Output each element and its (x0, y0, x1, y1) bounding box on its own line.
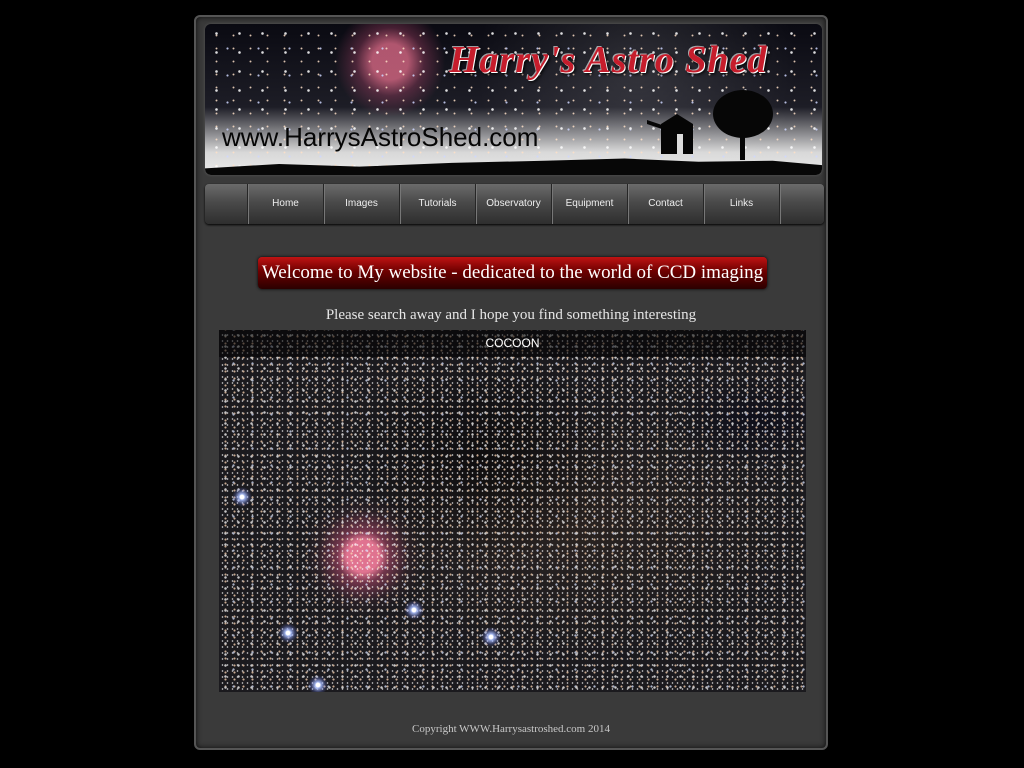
nav-item-observatory[interactable]: Observatory (476, 184, 552, 224)
bright-star (232, 487, 252, 507)
nav-item-images[interactable]: Images (324, 184, 400, 224)
nav-item-links[interactable]: Links (704, 184, 780, 224)
site-title: Harry's Astro Shed (449, 39, 768, 81)
nav-item-home[interactable]: Home (248, 184, 324, 224)
nav-item-contact[interactable]: Contact (628, 184, 704, 224)
nav-item-equipment[interactable]: Equipment (552, 184, 628, 224)
bright-star (404, 600, 424, 620)
site-url: www.HarrysAstroShed.com (222, 122, 539, 152)
bright-star (481, 627, 501, 647)
tree-silhouette-icon (713, 90, 773, 160)
main-nav: Home Images Tutorials Observatory Equipm… (205, 184, 824, 224)
footer-copyright: Copyright WWW.Harrysastroshed.com 2014 (412, 723, 610, 735)
observatory-shed-silhouette-icon (647, 114, 693, 154)
nav-left-cap (205, 184, 248, 224)
nav-item-tutorials[interactable]: Tutorials (400, 184, 476, 224)
page-container: Harry's Astro Shed www.HarrysAstroShed.c… (194, 15, 828, 750)
welcome-banner: Welcome to My website - dedicated to the… (258, 257, 767, 289)
slideshow-image[interactable]: COCOON (219, 330, 806, 692)
header-banner: Harry's Astro Shed www.HarrysAstroShed.c… (205, 24, 822, 175)
photo-starfield (219, 330, 806, 692)
welcome-subtitle: Please search away and I hope you find s… (325, 307, 697, 323)
bright-star (308, 675, 328, 692)
slideshow-caption: COCOON (219, 330, 806, 357)
bright-star (278, 623, 298, 643)
